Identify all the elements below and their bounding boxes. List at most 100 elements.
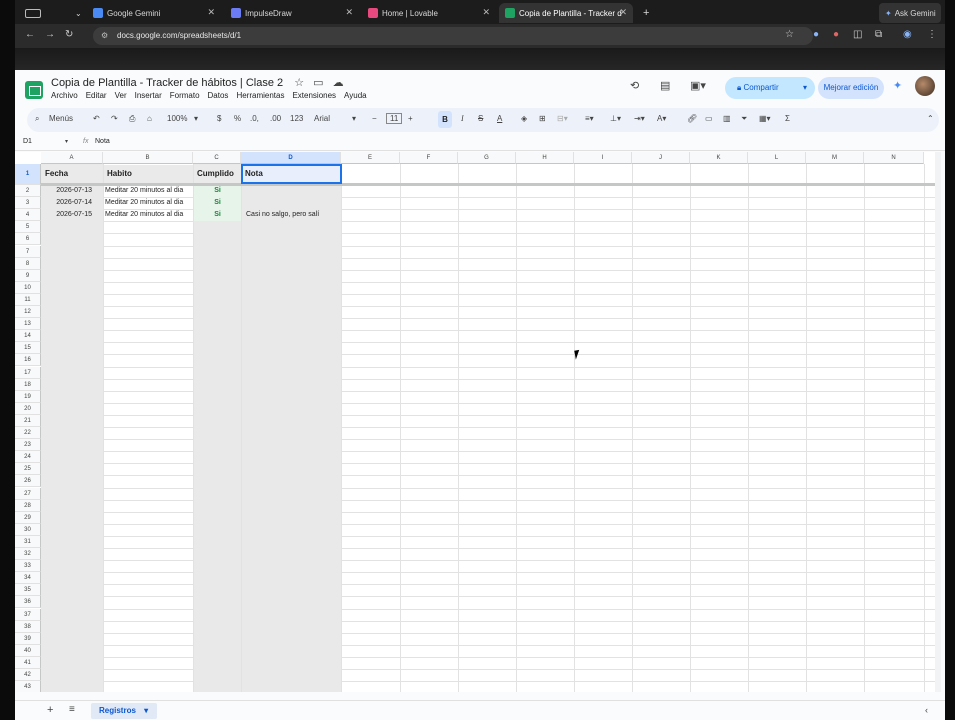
zoom-select[interactable]: 100%	[167, 114, 187, 123]
menu-editar[interactable]: Editar	[86, 91, 107, 100]
column-header-l[interactable]: L	[748, 152, 806, 164]
column-header-d[interactable]: D	[241, 152, 341, 164]
row-header[interactable]: 18	[15, 378, 41, 391]
row-header[interactable]: 6	[15, 233, 41, 246]
reload-icon[interactable]: ↻	[65, 29, 73, 40]
doc-title[interactable]: Copia de Plantilla - Tracker de hábitos …	[51, 76, 344, 89]
url-field[interactable]: ⚙ docs.google.com/spreadsheets/d/1	[93, 27, 813, 45]
row-header[interactable]: 43	[15, 681, 41, 692]
column-header-m[interactable]: M	[806, 152, 864, 164]
cell-fecha[interactable]: 2026-07-14	[42, 197, 102, 209]
borders-icon[interactable]: ⊞	[539, 114, 546, 123]
row-header[interactable]: 8	[15, 257, 41, 270]
merge-cells-icon[interactable]: ⊟▾	[557, 114, 568, 123]
italic-button[interactable]: I	[461, 114, 464, 123]
row-header[interactable]: 36	[15, 596, 41, 609]
row-header[interactable]: 19	[15, 390, 41, 403]
column-header-j[interactable]: J	[632, 152, 690, 164]
cell-cumplido[interactable]: Si	[194, 209, 241, 221]
row-header[interactable]: 40	[15, 644, 41, 657]
extension-icon[interactable]: ◫	[853, 29, 862, 40]
formula-input[interactable]: Nota	[95, 138, 110, 145]
row-header[interactable]: 42	[15, 669, 41, 682]
active-cell-d1[interactable]	[241, 164, 342, 184]
chevron-down-icon[interactable]: ▾	[803, 77, 807, 99]
increase-font-icon[interactable]: +	[408, 114, 413, 123]
insert-comment-icon[interactable]: ▭	[705, 114, 713, 123]
row-header[interactable]: 28	[15, 499, 41, 512]
insert-link-icon[interactable]: 🔗︎	[687, 114, 697, 123]
row-header[interactable]: 2	[15, 185, 41, 198]
search-icon[interactable]: ⌕	[35, 114, 39, 124]
gemini-sparkle-icon[interactable]: ✦	[893, 79, 902, 92]
row-header[interactable]: 10	[15, 281, 41, 294]
bold-button[interactable]: B	[438, 111, 452, 128]
text-rotation-icon[interactable]: A▾	[657, 114, 666, 123]
menu-extensiones[interactable]: Extensiones	[292, 91, 336, 100]
fill-color-icon[interactable]: ◈	[521, 114, 527, 123]
cell-cumplido[interactable]: Si	[194, 185, 241, 197]
redo-icon[interactable]: ↷	[111, 114, 118, 123]
browser-menu-icon[interactable]: ⋮	[927, 29, 937, 40]
site-info-icon[interactable]: ⚙	[101, 27, 108, 45]
row-header[interactable]: 31	[15, 535, 41, 548]
new-tab-icon[interactable]: +	[637, 3, 651, 23]
row-header[interactable]: 27	[15, 487, 41, 500]
cell-habito[interactable]: Meditar 20 minutos al dia	[105, 197, 193, 209]
chevron-down-icon[interactable]: ▾	[65, 138, 68, 145]
row-header[interactable]: 23	[15, 439, 41, 452]
row-header[interactable]: 22	[15, 427, 41, 440]
header-habito[interactable]: Habito	[104, 165, 193, 183]
row-header[interactable]: 3	[15, 197, 41, 210]
move-folder-icon[interactable]: ▭	[313, 77, 323, 89]
row-header[interactable]: 12	[15, 306, 41, 319]
improve-editing-button[interactable]: Mejorar edición	[818, 77, 884, 99]
forward-icon[interactable]: →	[45, 29, 55, 40]
tab-google-gemini[interactable]: Google Gemini ✕	[87, 3, 221, 23]
menu-herramientas[interactable]: Herramientas	[236, 91, 284, 100]
font-size-input[interactable]: 11	[386, 113, 403, 124]
vertical-scrollbar[interactable]	[935, 152, 941, 692]
menu-formato[interactable]: Formato	[170, 91, 200, 100]
undo-icon[interactable]: ↶	[93, 114, 100, 123]
row-header[interactable]: 29	[15, 511, 41, 524]
font-select[interactable]: Arial	[314, 114, 330, 123]
share-button[interactable]: 🔒︎ Compartir ▾	[725, 77, 815, 99]
menu-ayuda[interactable]: Ayuda	[344, 91, 367, 100]
ask-gemini-button[interactable]: ✦ Ask Gemini	[879, 3, 941, 23]
header-fecha[interactable]: Fecha	[42, 165, 102, 183]
tab-sheets[interactable]: Copia de Plantilla - Tracker d ✕	[499, 3, 633, 23]
tab-overview-button[interactable]	[19, 3, 53, 23]
column-header-k[interactable]: K	[690, 152, 748, 164]
menus-search[interactable]: Menús	[49, 114, 73, 123]
cell-nota[interactable]: Casi no salgo, pero salí	[244, 209, 374, 221]
sheet-tab-registros[interactable]: Registros ▾	[91, 703, 157, 719]
row-header[interactable]: 11	[15, 293, 41, 306]
sidebar-toggle-icon[interactable]: ‹	[925, 705, 928, 715]
extension-icon[interactable]: ●	[813, 29, 819, 40]
menu-insertar[interactable]: Insertar	[135, 91, 162, 100]
cell-cumplido[interactable]: Si	[194, 197, 241, 209]
column-header-a[interactable]: A	[41, 152, 103, 164]
print-icon[interactable]: ⎙	[129, 114, 135, 124]
menu-datos[interactable]: Datos	[208, 91, 229, 100]
name-box[interactable]: D1	[23, 138, 32, 145]
row-header[interactable]: 15	[15, 342, 41, 355]
extension-icon[interactable]: ●	[833, 29, 839, 40]
extensions-puzzle-icon[interactable]: ⧉	[875, 29, 882, 40]
tab-search-icon[interactable]: ⌄	[69, 3, 83, 23]
strikethrough-icon[interactable]: S	[478, 114, 483, 123]
profile-icon[interactable]: ◉	[903, 29, 912, 40]
menu-archivo[interactable]: Archivo	[51, 91, 78, 100]
menu-ver[interactable]: Ver	[115, 91, 127, 100]
cell-habito[interactable]: Meditar 20 minutos al dia	[105, 209, 193, 221]
currency-format-button[interactable]: $	[217, 114, 221, 123]
close-icon[interactable]: ✕	[345, 7, 353, 18]
column-header-e[interactable]: E	[341, 152, 400, 164]
column-header-i[interactable]: I	[574, 152, 632, 164]
chevron-down-icon[interactable]: ▾	[352, 114, 356, 123]
row-header[interactable]: 35	[15, 584, 41, 597]
row-header[interactable]: 9	[15, 269, 41, 282]
insert-chart-icon[interactable]: ▥	[723, 114, 731, 123]
row-header[interactable]: 7	[15, 245, 41, 258]
